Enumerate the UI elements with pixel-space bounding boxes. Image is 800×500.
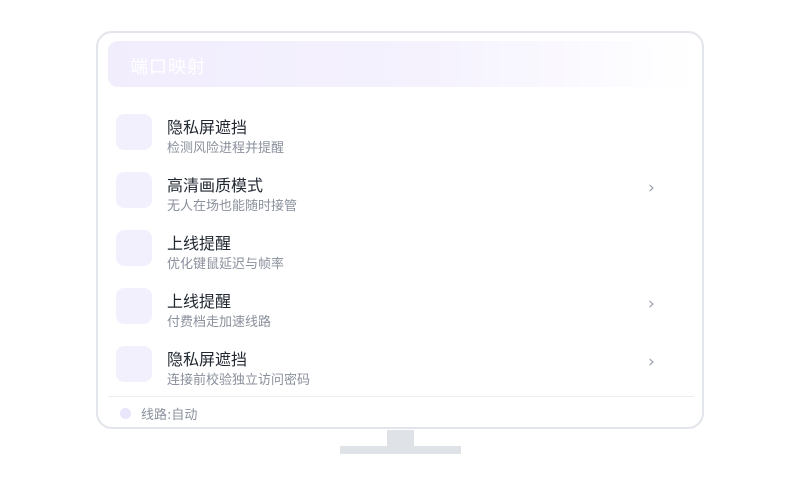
stage: 端口映射 隐私屏遮挡 检测风险进程并提醒 高清画质模式 无人在场也能随时接管 ›… xyxy=(0,0,800,500)
item-subtitle: 付费档走加速线路 xyxy=(167,315,272,330)
footer-divider xyxy=(108,396,694,397)
item-subtitle: 无人在场也能随时接管 xyxy=(167,199,298,214)
list-item-online-reminder-2[interactable]: 上线提醒 付费档走加速线路 › xyxy=(116,282,686,340)
item-subtitle: 优化键鼠延迟与帧率 xyxy=(167,257,285,272)
list-item-hd-quality[interactable]: 高清画质模式 无人在场也能随时接管 › xyxy=(116,166,686,224)
item-subtitle: 连接前校验独立访问密码 xyxy=(167,373,311,388)
monitor-stand-neck xyxy=(387,430,414,446)
online-reminder-icon xyxy=(116,230,152,266)
route-status: 线路:自动 xyxy=(141,408,198,423)
item-title: 上线提醒 xyxy=(167,292,232,311)
list-item-online-reminder[interactable]: 上线提醒 优化键鼠延迟与帧率 xyxy=(116,224,686,282)
privacy-screen-icon xyxy=(116,346,152,382)
header-title: 端口映射 xyxy=(130,57,206,78)
item-title: 上线提醒 xyxy=(167,234,232,253)
list-item-privacy-screen[interactable]: 隐私屏遮挡 检测风险进程并提醒 xyxy=(116,108,686,166)
chevron-right-icon: › xyxy=(648,178,655,198)
privacy-screen-icon xyxy=(116,114,152,150)
item-title: 高清画质模式 xyxy=(167,176,264,195)
hd-quality-icon xyxy=(116,172,152,208)
item-title: 隐私屏遮挡 xyxy=(167,350,248,369)
monitor-frame: 端口映射 隐私屏遮挡 检测风险进程并提醒 高清画质模式 无人在场也能随时接管 ›… xyxy=(96,31,704,429)
status-dot-icon xyxy=(120,408,131,419)
chevron-right-icon: › xyxy=(648,352,655,372)
list-item-privacy-screen-2[interactable]: 隐私屏遮挡 连接前校验独立访问密码 › xyxy=(116,340,686,398)
chevron-right-icon: › xyxy=(648,294,655,314)
header-bar: 端口映射 xyxy=(108,41,694,87)
settings-list: 隐私屏遮挡 检测风险进程并提醒 高清画质模式 无人在场也能随时接管 › 上线提醒… xyxy=(116,108,686,398)
item-title: 隐私屏遮挡 xyxy=(167,118,248,137)
online-reminder-icon xyxy=(116,288,152,324)
item-subtitle: 检测风险进程并提醒 xyxy=(167,141,285,156)
monitor-stand-base xyxy=(340,446,461,454)
